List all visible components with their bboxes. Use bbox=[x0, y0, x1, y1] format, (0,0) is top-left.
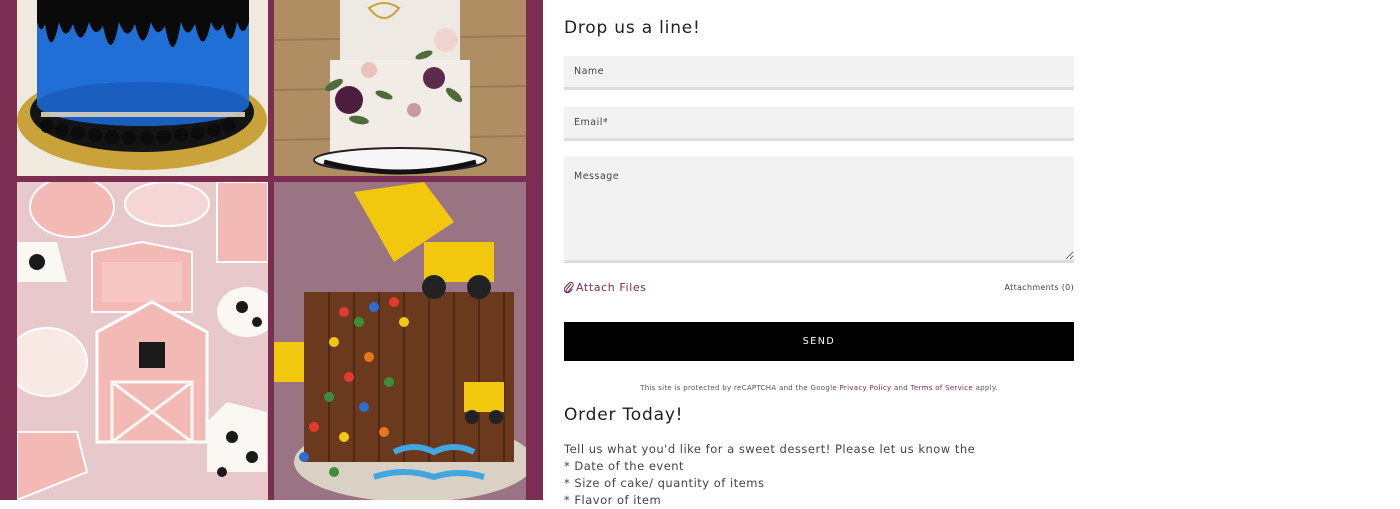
privacy-policy-link[interactable]: Privacy Policy bbox=[840, 384, 892, 392]
contact-form-title: Drop us a line! bbox=[564, 18, 701, 38]
name-field[interactable] bbox=[564, 56, 1074, 90]
order-today-title: Order Today! bbox=[564, 405, 684, 425]
recaptcha-and: and bbox=[893, 384, 909, 392]
gallery-image-blue-drip-cake[interactable] bbox=[17, 0, 268, 176]
recaptcha-suffix: apply. bbox=[975, 384, 998, 392]
construction-candy-cake-photo bbox=[274, 182, 526, 500]
terms-of-service-link[interactable]: Terms of Service bbox=[911, 384, 973, 392]
email-field[interactable] bbox=[564, 107, 1074, 141]
paperclip-icon bbox=[564, 281, 574, 293]
message-field[interactable] bbox=[564, 157, 1074, 263]
contact-form-section: Drop us a line! Attach Files Attachments… bbox=[564, 0, 1074, 507]
order-line: Tell us what you'd like for a sweet dess… bbox=[564, 442, 976, 456]
cow-cookies-photo bbox=[17, 182, 268, 500]
send-button[interactable]: SEND bbox=[564, 322, 1074, 361]
attach-files-button[interactable]: Attach Files bbox=[564, 281, 647, 294]
recaptcha-notice: This site is protected by reCAPTCHA and … bbox=[554, 384, 1084, 392]
order-line: * Size of cake/ quantity of items bbox=[564, 476, 765, 490]
blue-drip-cake-photo bbox=[17, 0, 268, 176]
order-line: * Date of the event bbox=[564, 459, 685, 473]
gallery-image-floral-tiered-cake[interactable] bbox=[274, 0, 526, 176]
gallery-panel bbox=[0, 0, 543, 500]
attachments-count: Attachments (0) bbox=[1004, 283, 1074, 292]
gallery-image-cow-cookies[interactable] bbox=[17, 182, 268, 500]
order-line: * Flavor of item bbox=[564, 493, 662, 507]
attach-files-label: Attach Files bbox=[576, 281, 647, 294]
floral-tiered-cake-photo bbox=[274, 0, 526, 176]
gallery-image-construction-candy-cake[interactable] bbox=[274, 182, 526, 500]
order-instructions: Tell us what you'd like for a sweet dess… bbox=[564, 441, 1084, 509]
recaptcha-prefix: This site is protected by reCAPTCHA and … bbox=[640, 384, 837, 392]
